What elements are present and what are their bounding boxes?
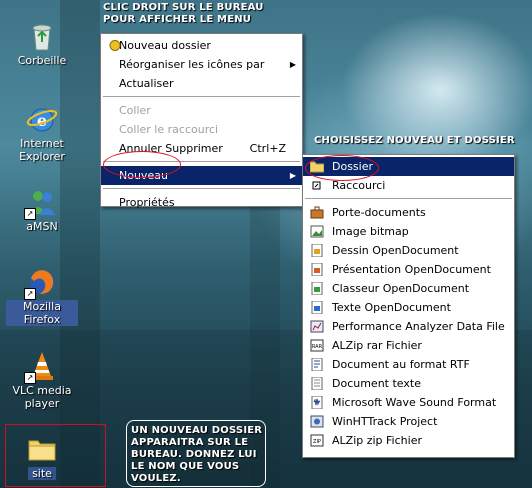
desktop-icon-label: Mozilla Firefox [6,300,78,326]
opendocument-drawing-icon [310,243,324,258]
shortcut-icon [310,179,324,192]
submenu-item-alzip-rar[interactable]: RAR ALZip rar Fichier [303,336,514,355]
menu-item-label: ALZip zip Fichier [332,434,422,447]
menu-item-proprietes[interactable]: Propriétés [101,193,302,212]
menu-item-label: Propriétés [119,196,175,209]
vlc-cone-icon: ↗ [24,350,58,384]
submenu-item-performance-analyzer[interactable]: Performance Analyzer Data File [303,317,514,336]
desktop-icon-label: Corbeille [17,54,67,67]
text-document-icon [310,376,324,391]
menu-item-label: Document au format RTF [332,358,470,371]
menu-separator [103,96,300,98]
menu-separator [305,198,512,200]
submenu-item-classeur-opendocument[interactable]: Classeur OpenDocument [303,279,514,298]
firefox-icon: ↗ [24,266,58,300]
annotation-right: CHOISISSEZ NOUVEAU ET DOSSIER [314,135,515,146]
desktop-icon-firefox[interactable]: ↗ Mozilla Firefox [6,266,78,326]
new-folder-highlight [5,424,106,487]
alzip-zip-icon: ZIP [310,434,324,447]
opendocument-presentation-icon [310,262,324,277]
menu-item-label: Coller [119,104,151,117]
menu-item-actualiser[interactable]: Actualiser [101,74,302,93]
submenu-item-presentation-opendocument[interactable]: Présentation OpenDocument [303,260,514,279]
rtf-document-icon [310,357,324,372]
dossier-highlight-ellipse [305,155,379,181]
submenu-item-document-rtf[interactable]: Document au format RTF [303,355,514,374]
submenu-item-wave-sound[interactable]: Microsoft Wave Sound Format [303,393,514,412]
submenu-item-alzip-zip[interactable]: ZIP ALZip zip Fichier [303,431,514,450]
internet-explorer-icon: e [26,103,58,135]
menu-item-accelerator: Ctrl+Z [249,142,286,155]
menu-item-label: Document texte [332,377,421,390]
desktop-icon-internet-explorer[interactable]: e Internet Explorer [6,103,78,163]
submenu-item-dessin-opendocument[interactable]: Dessin OpenDocument [303,241,514,260]
menu-item-label: Coller le raccourci [119,123,219,136]
nouveau-highlight-ellipse [103,151,181,178]
menu-item-label: ALZip rar Fichier [332,339,422,352]
new-folder-icon [108,39,122,52]
submenu-arrow-icon: ▶ [289,171,296,180]
alzip-rar-icon: RAR [310,339,324,352]
desktop-icon-label: Internet Explorer [19,137,65,163]
submenu-item-winhttrack[interactable]: WinHTTrack Project [303,412,514,431]
menu-item-label: Réorganiser les icônes par [119,58,265,71]
menu-item-coller[interactable]: Coller [101,101,302,120]
menu-item-label: Porte-documents [332,206,426,219]
menu-item-label: Présentation OpenDocument [332,263,491,276]
menu-item-reorganiser-icones[interactable]: Réorganiser les icônes par ▶ [101,55,302,74]
desktop-icon-vlc[interactable]: ↗ VLC media player [6,350,78,410]
menu-item-label: Actualiser [119,77,174,90]
briefcase-icon [310,206,324,219]
recycle-bin-icon [26,20,58,52]
desktop[interactable]: Corbeille e Internet Explorer ↗ aMSN ↗ M… [0,0,532,488]
submenu-arrow-icon: ▶ [289,60,296,69]
menu-item-nouveau-dossier[interactable]: Nouveau dossier [101,36,302,55]
menu-item-label: Nouveau dossier [119,39,211,52]
menu-item-label: Classeur OpenDocument [332,282,470,295]
shortcut-arrow-icon: ↗ [24,288,36,300]
menu-separator [103,188,300,190]
menu-item-label: Texte OpenDocument [332,301,451,314]
menu-item-label: Performance Analyzer Data File [332,320,505,333]
submenu-item-image-bitmap[interactable]: Image bitmap [303,222,514,241]
shortcut-arrow-icon: ↗ [24,208,36,220]
submenu-item-texte-opendocument[interactable]: Texte OpenDocument [303,298,514,317]
winhttrack-icon [310,415,324,428]
menu-item-coller-raccourci[interactable]: Coller le raccourci [101,120,302,139]
annotation-top: CLIC DROIT SUR LE BUREAU POUR AFFICHER L… [103,2,264,25]
desktop-icon-amsn[interactable]: ↗ aMSN [6,186,78,233]
desktop-icon-label: VLC media player [12,384,72,410]
submenu-item-document-texte[interactable]: Document texte [303,374,514,393]
menu-item-label: Microsoft Wave Sound Format [332,396,497,409]
opendocument-text-icon [310,300,324,315]
opendocument-spreadsheet-icon [310,281,324,296]
shortcut-arrow-icon: ↗ [24,372,36,384]
svg-text:ZIP: ZIP [313,439,321,445]
amsn-icon: ↗ [24,186,58,220]
desktop-icon-label: aMSN [26,220,58,233]
submenu-item-porte-documents[interactable]: Porte-documents [303,203,514,222]
new-submenu: Dossier Raccourci Porte-documents Image … [302,154,515,458]
annotation-bottom: UN NOUVEAU DOSSIER APPARAITRA SUR LE BUR… [131,425,263,484]
svg-text:RAR: RAR [312,344,323,350]
menu-item-label: Dessin OpenDocument [332,244,459,257]
bitmap-image-icon [310,225,324,238]
wave-sound-icon [310,395,324,410]
desktop-icon-recycle-bin[interactable]: Corbeille [6,20,78,67]
performance-analyzer-icon [310,320,324,333]
context-menu: Nouveau dossier Réorganiser les icônes p… [100,33,303,209]
menu-item-label: WinHTTrack Project [332,415,438,428]
menu-item-label: Image bitmap [332,225,409,238]
